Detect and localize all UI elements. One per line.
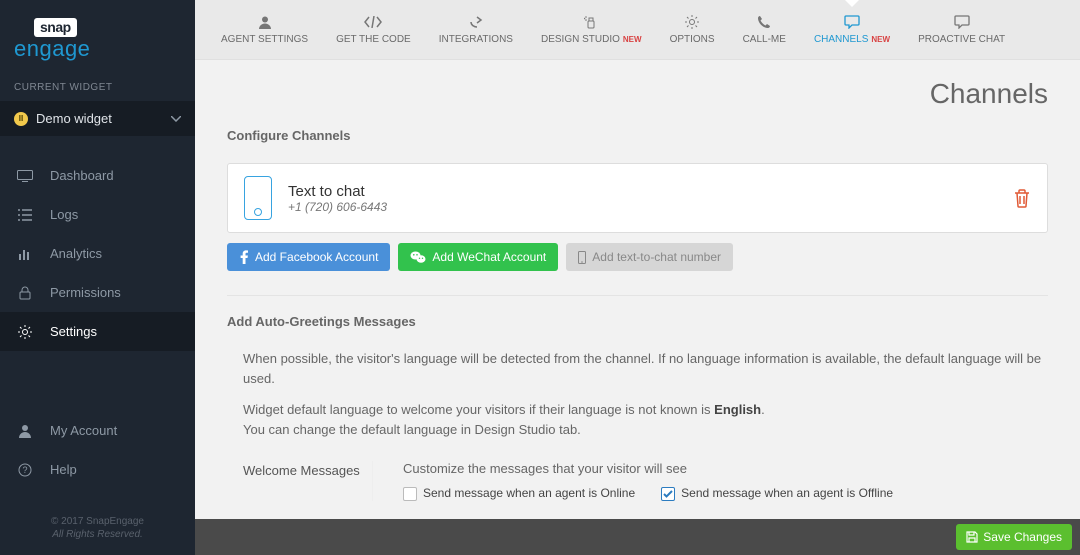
delete-channel-button[interactable] bbox=[1013, 188, 1031, 208]
save-icon bbox=[966, 531, 978, 543]
new-badge: NEW bbox=[623, 35, 642, 44]
channel-title: Text to chat bbox=[288, 183, 1013, 200]
topnav-label: AGENT SETTINGS bbox=[221, 34, 308, 45]
topnav-label: INTEGRATIONS bbox=[439, 34, 513, 45]
save-bar: Save Changes bbox=[195, 519, 1080, 555]
checkbox-checked-icon bbox=[661, 487, 675, 501]
topnav-label: CHANNELS bbox=[814, 34, 868, 45]
topnav-label: GET THE CODE bbox=[336, 34, 411, 45]
phone-icon bbox=[757, 14, 771, 30]
sidebar-item-dashboard[interactable]: Dashboard bbox=[0, 156, 195, 195]
topnav-options[interactable]: OPTIONS bbox=[656, 0, 729, 60]
topnav-get-the-code[interactable]: GET THE CODE bbox=[322, 0, 425, 60]
sidebar-item-help[interactable]: ? Help bbox=[0, 450, 195, 489]
send-online-checkbox[interactable]: Send message when an agent is Online bbox=[403, 486, 635, 501]
button-label: Add text-to-chat number bbox=[592, 250, 721, 264]
svg-text:?: ? bbox=[22, 465, 27, 475]
active-caret-icon bbox=[844, 0, 860, 7]
customize-text: Customize the messages that your visitor… bbox=[403, 461, 1048, 476]
topnav-design-studio[interactable]: DESIGN STUDIONEW bbox=[527, 0, 656, 60]
button-label: Add Facebook Account bbox=[255, 250, 378, 264]
checkbox-icon bbox=[403, 487, 417, 501]
main-content: Channels Configure Channels Text to chat… bbox=[195, 60, 1080, 555]
page-title: Channels bbox=[227, 78, 1048, 110]
default-language-text: Widget default language to welcome your … bbox=[243, 400, 1048, 439]
button-label: Add WeChat Account bbox=[432, 250, 546, 264]
chat-bubble-icon bbox=[954, 14, 970, 30]
channel-card-text-to-chat: Text to chat +1 (720) 606-6443 bbox=[227, 163, 1048, 233]
gear-icon bbox=[685, 14, 699, 30]
configure-channels-heading: Configure Channels bbox=[227, 128, 1048, 143]
sidebar-account-nav: My Account ? Help bbox=[0, 411, 195, 489]
sidebar-footer: © 2017 SnapEngage All Rights Reserved. bbox=[0, 505, 195, 555]
sidebar: snap engage CURRENT WIDGET II Demo widge… bbox=[0, 0, 195, 555]
topnav-agent-settings[interactable]: AGENT SETTINGS bbox=[207, 0, 322, 60]
topnav-proactive-chat[interactable]: PROACTIVE CHAT bbox=[904, 0, 1019, 60]
bar-chart-icon bbox=[16, 248, 34, 260]
send-offline-checkbox[interactable]: Send message when an agent is Offline bbox=[661, 486, 893, 501]
monitor-icon bbox=[16, 170, 34, 182]
new-badge: NEW bbox=[871, 35, 890, 44]
sidebar-item-label: My Account bbox=[50, 423, 117, 438]
wechat-icon bbox=[410, 251, 426, 264]
logo-engage: engage bbox=[14, 39, 90, 59]
topnav-call-me[interactable]: CALL-ME bbox=[729, 0, 800, 60]
help-icon: ? bbox=[16, 463, 34, 477]
widget-name: Demo widget bbox=[36, 111, 171, 126]
copyright-line2: All Rights Reserved. bbox=[0, 528, 195, 541]
mobile-phone-icon bbox=[578, 251, 586, 264]
lock-icon bbox=[16, 286, 34, 300]
detect-language-text: When possible, the visitor's language wi… bbox=[243, 349, 1048, 388]
button-label: Save Changes bbox=[983, 530, 1062, 544]
sidebar-nav: Dashboard Logs Analytics Permissions Set… bbox=[0, 156, 195, 351]
chat-bubble-icon bbox=[844, 14, 860, 30]
sidebar-item-logs[interactable]: Logs bbox=[0, 195, 195, 234]
widget-status-icon: II bbox=[14, 112, 28, 126]
add-text-to-chat-button: Add text-to-chat number bbox=[566, 243, 733, 271]
add-channel-buttons: Add Facebook Account Add WeChat Account … bbox=[227, 243, 1048, 271]
gear-icon bbox=[16, 325, 34, 339]
topnav-label: DESIGN STUDIO bbox=[541, 34, 620, 45]
top-nav: AGENT SETTINGS GET THE CODE INTEGRATIONS… bbox=[195, 0, 1080, 60]
add-wechat-button[interactable]: Add WeChat Account bbox=[398, 243, 558, 271]
save-changes-button[interactable]: Save Changes bbox=[956, 524, 1072, 550]
sidebar-item-label: Permissions bbox=[50, 285, 121, 300]
topnav-label: PROACTIVE CHAT bbox=[918, 34, 1005, 45]
facebook-icon bbox=[239, 250, 249, 264]
greetings-heading: Add Auto-Greetings Messages bbox=[227, 314, 1048, 329]
logo-snap: snap bbox=[34, 18, 77, 37]
copyright-line1: © 2017 SnapEngage bbox=[0, 515, 195, 528]
widget-selector[interactable]: II Demo widget bbox=[0, 101, 195, 136]
spray-icon bbox=[584, 14, 598, 30]
person-icon bbox=[258, 14, 272, 30]
list-icon bbox=[16, 209, 34, 221]
current-widget-label: CURRENT WIDGET bbox=[0, 68, 195, 101]
chevron-down-icon bbox=[171, 116, 181, 122]
sidebar-item-label: Analytics bbox=[50, 246, 102, 261]
code-icon bbox=[364, 14, 382, 30]
person-icon bbox=[16, 424, 34, 438]
share-icon bbox=[469, 14, 483, 30]
sidebar-item-permissions[interactable]: Permissions bbox=[0, 273, 195, 312]
sidebar-item-label: Settings bbox=[50, 324, 97, 339]
sidebar-item-label: Dashboard bbox=[50, 168, 114, 183]
sidebar-item-label: Help bbox=[50, 462, 77, 477]
sidebar-item-analytics[interactable]: Analytics bbox=[0, 234, 195, 273]
topnav-channels[interactable]: CHANNELSNEW bbox=[800, 0, 904, 60]
sidebar-item-label: Logs bbox=[50, 207, 78, 222]
topnav-integrations[interactable]: INTEGRATIONS bbox=[425, 0, 527, 60]
sidebar-item-my-account[interactable]: My Account bbox=[0, 411, 195, 450]
topnav-label: OPTIONS bbox=[670, 34, 715, 45]
add-facebook-button[interactable]: Add Facebook Account bbox=[227, 243, 390, 271]
welcome-messages-label: Welcome Messages bbox=[243, 461, 373, 501]
mobile-phone-icon bbox=[244, 176, 272, 220]
topnav-label: CALL-ME bbox=[743, 34, 786, 45]
channel-phone: +1 (720) 606-6443 bbox=[288, 200, 1013, 214]
sidebar-item-settings[interactable]: Settings bbox=[0, 312, 195, 351]
brand-logo: snap engage bbox=[0, 0, 195, 68]
